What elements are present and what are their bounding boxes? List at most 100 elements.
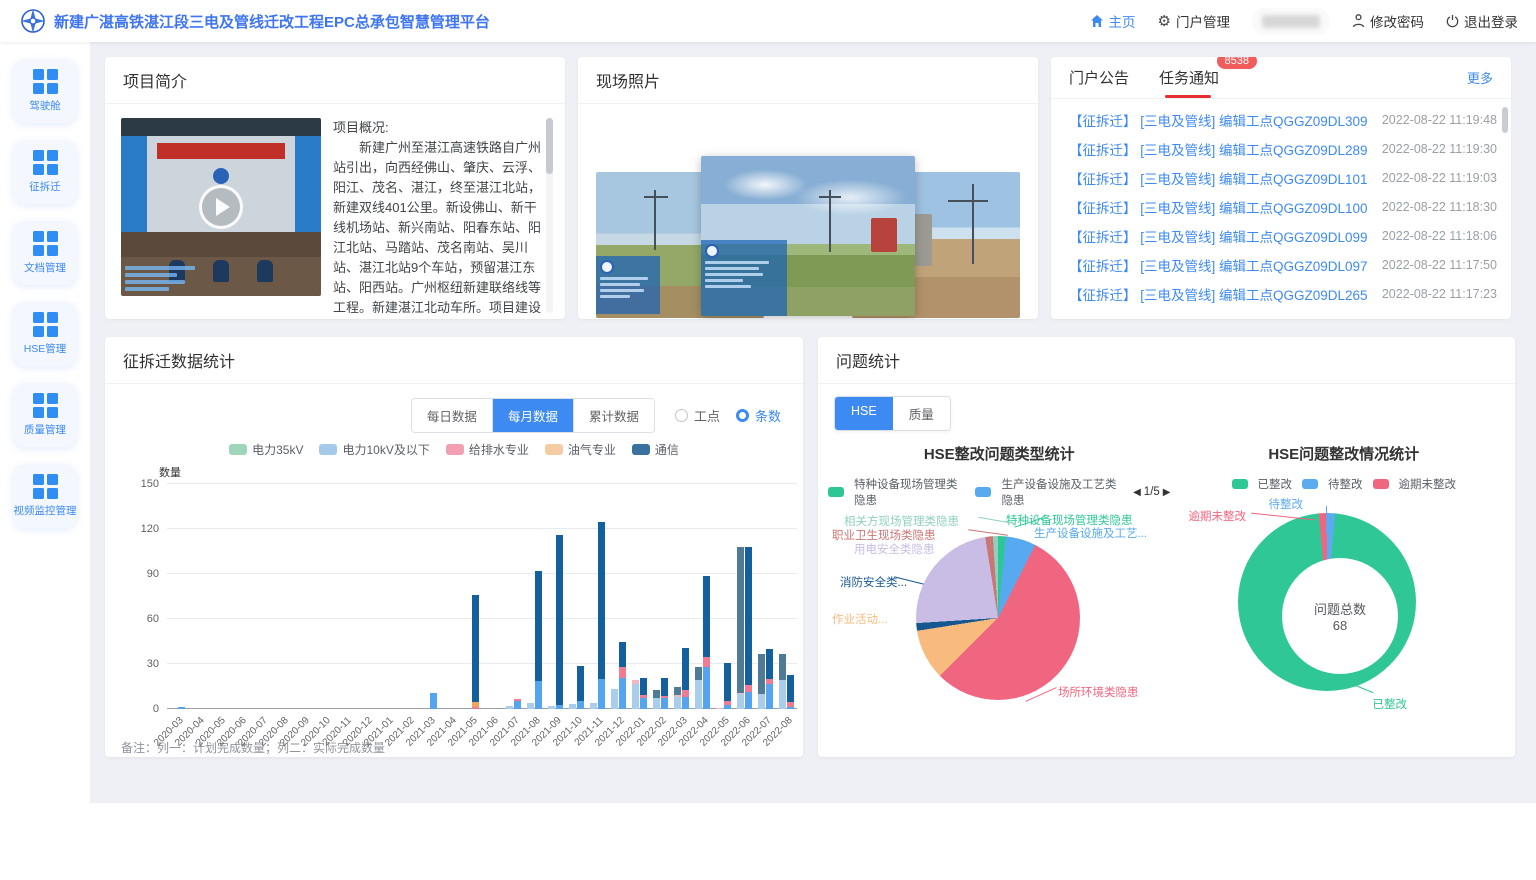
sidebar-item-label: 质量管理 — [24, 422, 66, 437]
play-button[interactable] — [199, 185, 243, 229]
notification-row[interactable]: 【征拆迁】 [三电及管线] 编辑工点QGGZ09DL2652022-08-22 … — [1069, 279, 1497, 308]
photo-decor — [819, 196, 841, 198]
issue-tab-group: HSE 质量 — [834, 396, 951, 431]
bar-segment — [611, 689, 618, 709]
nav-home-label: 主页 — [1109, 11, 1136, 31]
radio-icon — [736, 409, 749, 422]
notification-row[interactable]: 【征拆迁】 [三电及管线] 编辑工点QGGZ09DL1012022-08-22 … — [1069, 163, 1497, 192]
legend-item[interactable]: 电力35kV — [229, 441, 303, 458]
notification-row[interactable]: 【征拆迁】 [三电及管线] 编辑工点QGGZ09DL0972022-08-22 … — [1069, 250, 1497, 279]
notification-title: 【征拆迁】 [三电及管线] 编辑工点QGGZ09DL101 — [1069, 168, 1370, 188]
bar-segment — [745, 685, 752, 692]
sidebar-item-hse[interactable]: HSE管理 — [13, 302, 77, 366]
notification-time: 2022-08-22 11:19:30 — [1382, 142, 1497, 156]
user-name-redacted[interactable] — [1252, 8, 1330, 35]
bar-segment — [724, 701, 731, 706]
nav-home[interactable]: 主页 — [1090, 11, 1136, 31]
nav-portal-admin[interactable]: ⚙ 门户管理 — [1158, 11, 1230, 31]
notification-row[interactable]: 【征拆迁】 [三电及管线] 编辑工点QGGZ09DL0992022-08-22 … — [1069, 221, 1497, 250]
pager-prev-icon[interactable]: ◀ — [1133, 487, 1141, 498]
gridline — [167, 483, 797, 484]
bar-segment — [674, 695, 681, 697]
sidebar-item-documents[interactable]: 文档管理 — [13, 221, 77, 285]
photo-decor — [871, 218, 897, 252]
bar-segment — [766, 649, 773, 679]
photo-watermark — [596, 256, 660, 314]
demolition-stats-card: 征拆迁数据统计 每日数据 每月数据 累计数据 工点 条数 — [105, 337, 803, 757]
pie-chart-legend: 特种设备现场管理类隐患 生产设备设施及工艺类隐患 ◀ 1/5 ▶ — [828, 476, 1171, 508]
sidebar-item-label: HSE管理 — [24, 341, 67, 356]
donut-center-value: 68 — [1333, 618, 1347, 633]
photo-decor — [972, 184, 974, 264]
sidebar-item-demolition[interactable]: 征拆迁 — [13, 140, 77, 204]
project-video-thumbnail[interactable] — [121, 118, 321, 296]
notification-time: 2022-08-22 11:18:06 — [1382, 229, 1497, 243]
active-tab-underline — [1165, 95, 1211, 98]
sidebar-item-video-monitor[interactable]: 视频监控管理 — [13, 464, 77, 528]
site-photo-active[interactable] — [701, 156, 915, 316]
pie-slice-label: 相关方现场管理类隐患 — [844, 513, 959, 529]
legend-item[interactable]: 电力10kV及以下 — [319, 441, 429, 458]
video-decor — [121, 136, 147, 232]
gridline — [167, 573, 797, 574]
bar-segment — [758, 654, 765, 695]
radio-count-label: 条数 — [755, 406, 781, 425]
legend-label: 生产设备设施及工艺类隐患 — [1001, 476, 1123, 508]
notification-title: 【征拆迁】 [三电及管线] 编辑工点QGGZ09DL265 — [1069, 284, 1370, 304]
bar-segment — [787, 707, 794, 709]
notification-row[interactable]: 【征拆迁】 [三电及管线] 编辑工点QGGZ09DL2892022-08-22 … — [1069, 134, 1497, 163]
gridline — [167, 528, 797, 529]
tab-hse[interactable]: HSE — [835, 397, 893, 430]
y-tick-label: 0 — [127, 703, 159, 715]
bar-segment — [556, 705, 563, 709]
sidebar-item-cockpit[interactable]: 驾驶舱 — [13, 59, 77, 123]
tab-portal-announcements[interactable]: 门户公告 — [1069, 57, 1129, 98]
monthly-data-button[interactable]: 每月数据 — [492, 399, 573, 432]
more-link[interactable]: 更多 — [1467, 68, 1493, 87]
sidebar-item-label: 文档管理 — [24, 260, 66, 275]
bar-segment — [577, 701, 584, 709]
notices-scrollbar[interactable] — [1502, 107, 1508, 133]
nav-change-password-label: 修改密码 — [1370, 11, 1424, 31]
bar-segment — [724, 705, 731, 709]
notification-time: 2022-08-22 11:17:50 — [1382, 258, 1497, 272]
radio-count[interactable]: 条数 — [736, 406, 781, 425]
pie-slice-label: 作业活动... — [832, 611, 888, 627]
bar-segment — [640, 698, 647, 709]
nav-change-password[interactable]: 修改密码 — [1352, 11, 1424, 31]
daily-data-button[interactable]: 每日数据 — [412, 399, 492, 432]
legend-item[interactable]: 通信 — [632, 441, 679, 458]
sidebar-item-quality[interactable]: 质量管理 — [13, 383, 77, 447]
legend-item[interactable]: 油气专业 — [545, 441, 616, 458]
bar-segment — [745, 692, 752, 709]
donut-slice-label: 待整改 — [1269, 496, 1304, 512]
bar-segment — [787, 675, 794, 702]
legend-item[interactable]: 给排水专业 — [446, 441, 529, 458]
photo-decor — [654, 190, 656, 250]
bar-segment — [506, 706, 513, 709]
video-decor — [157, 143, 285, 159]
bar-segment — [737, 547, 744, 693]
tab-quality[interactable]: 质量 — [893, 397, 950, 430]
bar-segment — [632, 684, 639, 710]
notification-row[interactable]: 【征拆迁】 [三电及管线] 编辑工点QGGZ09DL3092022-08-22 … — [1069, 105, 1497, 134]
nav-logout[interactable]: 退出登录 — [1446, 11, 1518, 31]
legend-label: 给排水专业 — [469, 441, 529, 458]
video-decor — [213, 260, 229, 282]
bar-segment — [703, 576, 710, 658]
pager-next-icon[interactable]: ▶ — [1163, 487, 1171, 498]
bar-segment — [514, 699, 521, 701]
metric-radio-group: 工点 条数 — [675, 406, 781, 425]
bar-segment — [569, 704, 576, 709]
project-text-scrollbar[interactable] — [546, 118, 553, 313]
bar-segment — [472, 702, 479, 707]
legend-label: 通信 — [655, 441, 679, 458]
tab-task-notifications[interactable]: 任务通知 8538 — [1159, 57, 1219, 98]
bar-segment — [703, 657, 710, 667]
cumulative-data-button[interactable]: 累计数据 — [573, 399, 654, 432]
legend-label: 待整改 — [1328, 476, 1363, 492]
radio-worksite[interactable]: 工点 — [675, 406, 720, 425]
notification-row[interactable]: 【征拆迁】 [三电及管线] 编辑工点QGGZ09DL1002022-08-22 … — [1069, 192, 1497, 221]
bar-segment — [661, 698, 668, 709]
bar-segment — [766, 679, 773, 684]
